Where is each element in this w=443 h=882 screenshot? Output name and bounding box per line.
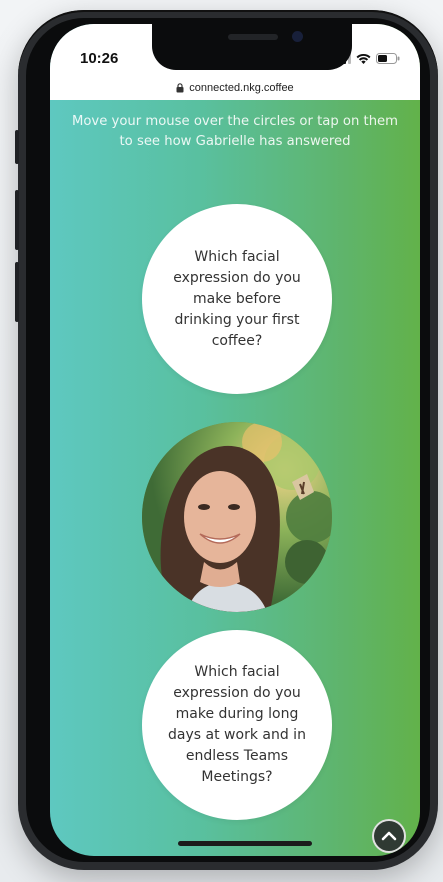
battery-icon (376, 53, 400, 64)
silent-switch (15, 130, 19, 164)
url-text: connected.nkg.coffee (189, 82, 294, 94)
lock-icon (176, 83, 184, 93)
home-indicator[interactable] (178, 841, 312, 846)
volume-down-button (15, 262, 19, 322)
front-camera (292, 31, 303, 42)
question-text: Which facial expression do you make duri… (168, 664, 306, 785)
scroll-to-top-button[interactable] (372, 819, 406, 853)
mockup-stage: 10:26 connected.nkg.coffee Move your mou… (0, 0, 443, 882)
phone-notch (152, 24, 352, 70)
status-time: 10:26 (80, 50, 119, 67)
phone-screen: 10:26 connected.nkg.coffee Move your mou… (50, 24, 420, 856)
intro-instruction: Move your mouse over the circles or tap … (71, 114, 399, 149)
wifi-icon (356, 53, 371, 64)
question-circle-coffee[interactable]: Which facial expression do you make befo… (142, 204, 332, 394)
page-content: Move your mouse over the circles or tap … (50, 100, 420, 856)
question-circle-teams[interactable]: Which facial expression do you make duri… (142, 630, 332, 820)
address-bar[interactable]: connected.nkg.coffee (50, 76, 420, 100)
question-text: Which facial expression do you make befo… (173, 248, 301, 349)
gabrielle-photo[interactable] (142, 422, 332, 612)
chevron-up-icon (381, 827, 397, 846)
volume-up-button (15, 190, 19, 250)
earpiece-speaker (228, 34, 278, 40)
